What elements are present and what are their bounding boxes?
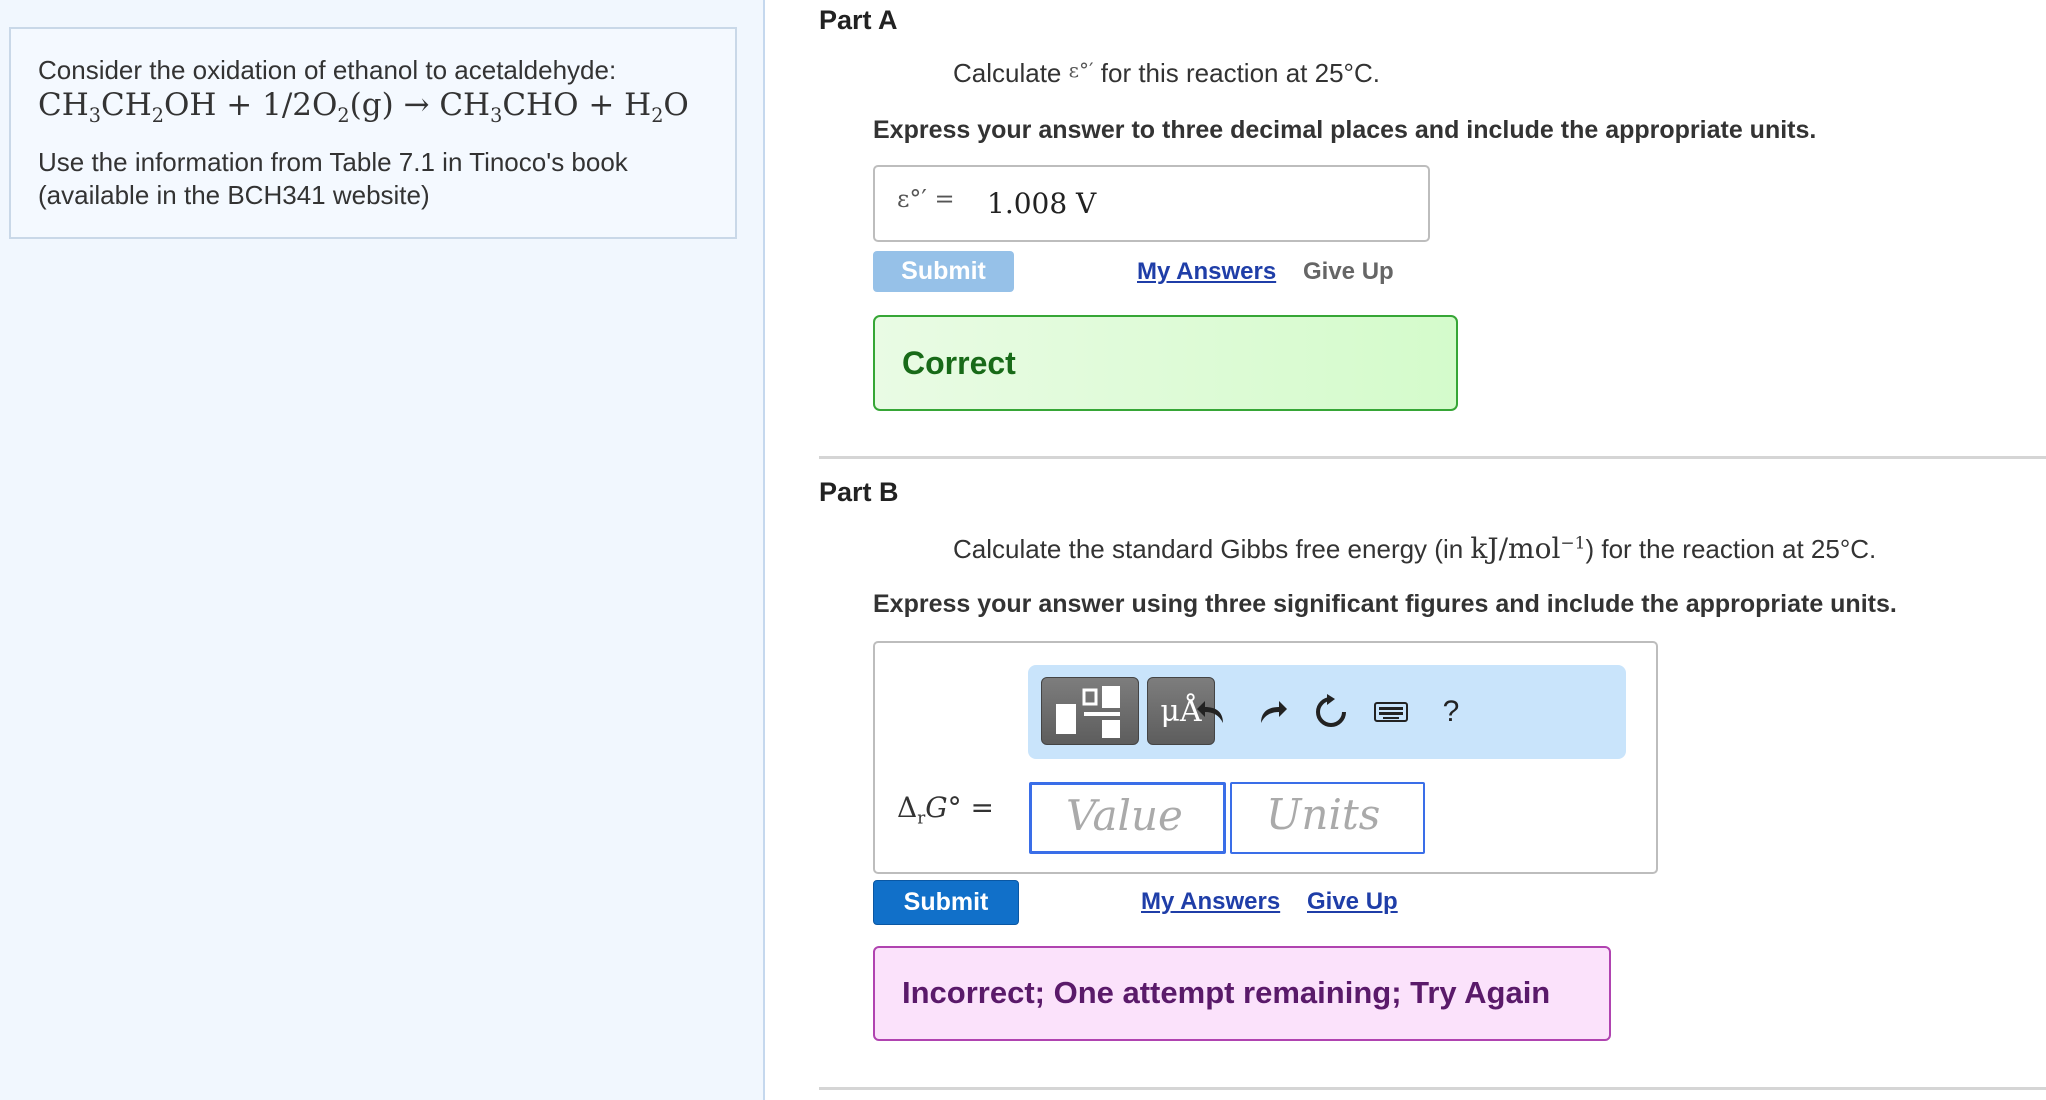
- problem-info: (available in the BCH341 website): [38, 180, 430, 210]
- delta-g-label: ΔrG° =: [897, 791, 994, 828]
- part-a-answer-value: 1.008 V: [987, 187, 1097, 220]
- problem-info: Use the information from Table 7.1 in Ti…: [38, 147, 628, 177]
- part-b-title: Part B: [819, 477, 899, 507]
- part-b-feedback: Incorrect; One attempt remaining; Try Ag…: [873, 946, 1611, 1041]
- part-b-answer-area: μÅ ? ΔrG° = Value Units: [873, 641, 1658, 874]
- part-a-submit-button: Submit: [873, 251, 1014, 292]
- part-a-answer-field: ε°′ = 1.008 V: [873, 165, 1430, 242]
- problem-intro: Consider the oxidation of ethanol to ace…: [38, 55, 617, 85]
- part-a-instruction: Express your answer to three decimal pla…: [873, 116, 1817, 144]
- part-a-prompt: Calculate ε°′ for this reaction at 25°C.: [953, 58, 1380, 88]
- value-input[interactable]: Value: [1029, 782, 1226, 854]
- part-b-instruction: Express your answer using three signific…: [873, 590, 1897, 618]
- correct-message: Correct: [902, 345, 1016, 381]
- problem-panel: Consider the oxidation of ethanol to ace…: [0, 0, 765, 1100]
- part-b-prompt: Calculate the standard Gibbs free energy…: [953, 532, 1877, 565]
- keyboard-icon[interactable]: [1366, 687, 1416, 737]
- incorrect-message: Incorrect; One attempt remaining; Try Ag…: [902, 975, 1551, 1010]
- templates-icon: [1042, 678, 1138, 744]
- problem-statement: Consider the oxidation of ethanol to ace…: [9, 27, 737, 239]
- part-b-my-answers-link[interactable]: My Answers: [1141, 888, 1280, 916]
- math-toolbar: μÅ ?: [1028, 665, 1626, 759]
- part-a-give-up-link: Give Up: [1303, 258, 1394, 285]
- redo-icon[interactable]: [1247, 687, 1297, 737]
- part-a-my-answers-link[interactable]: My Answers: [1137, 258, 1276, 286]
- part-a-feedback: Correct: [873, 315, 1458, 411]
- undo-icon[interactable]: [1187, 687, 1237, 737]
- part-divider: [819, 456, 2046, 459]
- units-input[interactable]: Units: [1230, 782, 1425, 854]
- epsilon-symbol: ε°′ =: [897, 185, 955, 213]
- part-divider: [819, 1087, 2046, 1090]
- reset-icon[interactable]: [1306, 687, 1356, 737]
- help-icon[interactable]: ?: [1426, 687, 1476, 737]
- part-a-title: Part A: [819, 5, 898, 35]
- part-b-give-up-link[interactable]: Give Up: [1307, 888, 1398, 916]
- templates-button[interactable]: [1041, 677, 1139, 745]
- part-b-submit-button[interactable]: Submit: [873, 880, 1019, 925]
- reaction-equation: CH3CH2OH + 1/2O2(g) → CH3CHO + H2O: [38, 87, 689, 128]
